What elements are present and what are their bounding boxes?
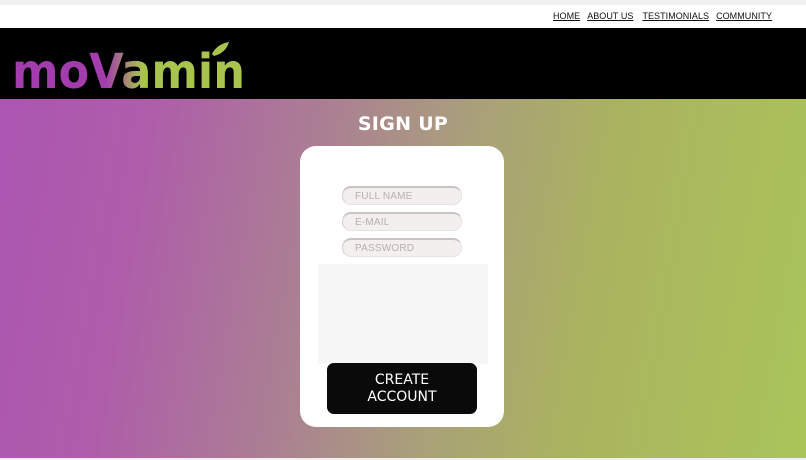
full-name-input[interactable]: FULL NAME xyxy=(342,186,462,205)
nav-community-link[interactable]: COMMUNITY xyxy=(716,11,772,21)
create-account-label-line2: ACCOUNT xyxy=(367,389,437,405)
create-account-label-line1: CREATE xyxy=(374,372,430,388)
email-placeholder: E-MAIL xyxy=(355,217,390,228)
svg-text:moVamin: moVamin xyxy=(12,44,245,94)
form-inner-panel xyxy=(318,264,488,364)
top-nav: HOME ABOUT US TESTIMONIALS COMMUNITY xyxy=(553,11,772,21)
nav-testimonials-link[interactable]: TESTIMONIALS xyxy=(642,11,709,21)
full-name-placeholder: FULL NAME xyxy=(355,191,413,202)
movamin-logo[interactable]: moVamin xyxy=(12,40,247,94)
create-account-button[interactable]: CREATE ACCOUNT xyxy=(327,363,477,414)
password-placeholder: PASSWORD xyxy=(355,243,415,254)
signup-card: FULL NAME E-MAIL PASSWORD CREATE ACCOUNT xyxy=(300,146,504,427)
email-input[interactable]: E-MAIL xyxy=(342,212,462,231)
nav-about-link[interactable]: ABOUT US xyxy=(587,11,633,21)
nav-home-link[interactable]: HOME xyxy=(553,11,580,21)
top-bar: HOME ABOUT US TESTIMONIALS COMMUNITY xyxy=(0,0,806,28)
signup-title: SIGN UP xyxy=(357,113,449,135)
password-input[interactable]: PASSWORD xyxy=(342,238,462,257)
